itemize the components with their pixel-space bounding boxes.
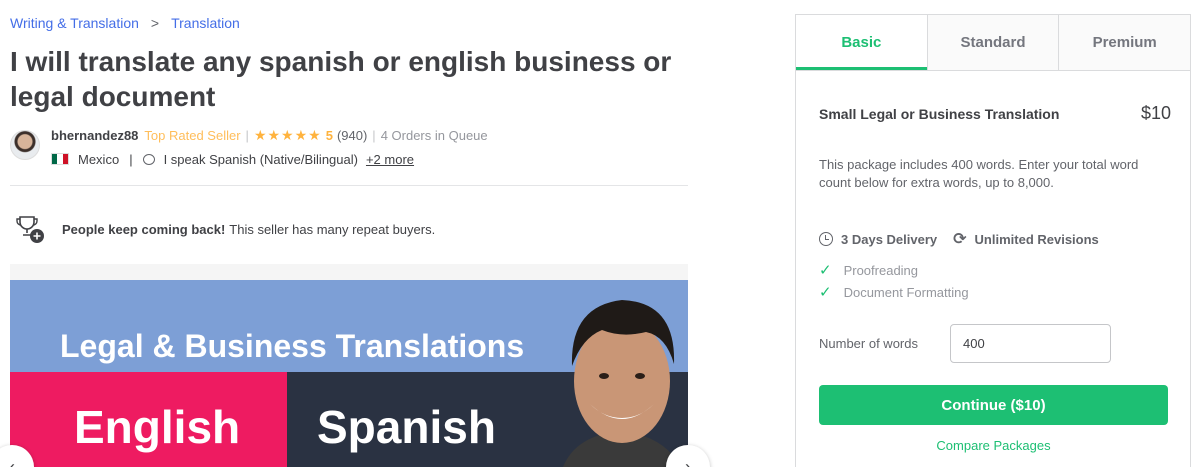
breadcrumb-item-writing-translation[interactable]: Writing & Translation — [10, 15, 139, 31]
seller-portrait-image — [563, 300, 681, 467]
delivery-info: 3 Days Delivery ⟳ Unlimited Revisions — [819, 229, 1099, 249]
gallery-frame — [10, 264, 688, 280]
clock-icon — [819, 232, 833, 246]
feature-item: ✓ Proofreading — [819, 259, 969, 281]
continue-button[interactable]: Continue ($10) — [819, 385, 1168, 425]
feature-item: ✓ Document Formatting — [819, 281, 969, 303]
word-count-label: Number of words — [819, 336, 918, 351]
check-icon: ✓ — [819, 262, 832, 279]
feature-label: Document Formatting — [843, 284, 969, 300]
mexico-flag-icon — [51, 153, 69, 165]
package-tabs: Basic Standard Premium — [796, 15, 1191, 71]
seller-level-badge: Top Rated Seller — [144, 127, 241, 143]
review-count[interactable]: (940) — [337, 128, 367, 143]
word-count-row: Number of words — [819, 324, 1119, 363]
gallery-headline: Legal & Business Translations — [60, 328, 525, 364]
package-description: This package includes 400 words. Enter y… — [819, 157, 1139, 190]
refresh-icon: ⟳ — [953, 231, 967, 248]
trophy-icon — [14, 213, 46, 245]
tab-premium[interactable]: Premium — [1058, 15, 1191, 70]
gallery-spanish-label: Spanish — [317, 401, 496, 453]
repeat-buyers-text: This seller has many repeat buyers. — [229, 221, 436, 237]
tab-standard[interactable]: Standard — [926, 15, 1059, 70]
feature-list: ✓ Proofreading ✓ Document Formatting — [819, 259, 969, 303]
breadcrumb-item-translation[interactable]: Translation — [171, 15, 240, 31]
package-title: Small Legal or Business Translation — [819, 105, 1060, 122]
gig-title: I will translate any spanish or english … — [10, 46, 672, 112]
delivery-time: 3 Days Delivery — [841, 231, 938, 247]
seller-country: Mexico — [78, 151, 120, 167]
compare-packages-link[interactable]: Compare Packages — [819, 438, 1168, 453]
breadcrumb: Writing & Translation > Translation — [10, 15, 240, 31]
seller-overview: bhernandez88 Top Rated Seller | ★★★★★ 5 … — [10, 127, 690, 171]
divider: | — [245, 127, 249, 143]
seller-language: I speak Spanish (Native/Bilingual) — [163, 151, 358, 167]
gallery-english-label: English — [74, 401, 241, 453]
package-header: Small Legal or Business Translation $10 — [819, 103, 1171, 124]
seller-avatar[interactable] — [10, 130, 40, 160]
rating-score: 5 — [325, 127, 333, 143]
repeat-buyers-headline: People keep coming back! — [62, 221, 226, 237]
check-icon: ✓ — [819, 284, 832, 301]
chevron-left-icon: ‹ — [9, 456, 15, 467]
package-price: $10 — [1140, 103, 1171, 123]
divider: | — [372, 127, 376, 143]
breadcrumb-separator-icon: > — [150, 15, 160, 31]
word-count-input[interactable] — [950, 324, 1111, 363]
divider: | — [129, 151, 133, 167]
package-panel: Basic Standard Premium Small Legal or Bu… — [795, 14, 1191, 467]
gig-gallery-image[interactable]: Legal & Business Translations English Sp… — [10, 280, 688, 467]
section-divider — [10, 185, 688, 186]
feature-label: Proofreading — [843, 262, 919, 278]
revisions-count: Unlimited Revisions — [974, 231, 1099, 247]
rating-stars-icon: ★★★★★ — [253, 126, 322, 143]
orders-in-queue: 4 Orders in Queue — [380, 127, 488, 143]
seller-username[interactable]: bhernandez88 — [51, 128, 138, 143]
chevron-right-icon: › — [685, 456, 691, 467]
more-languages-link[interactable]: +2 more — [366, 152, 414, 167]
tab-basic[interactable]: Basic — [796, 15, 927, 70]
speech-bubble-icon — [142, 153, 155, 165]
repeat-buyers-highlight: People keep coming back! This seller has… — [14, 213, 435, 245]
